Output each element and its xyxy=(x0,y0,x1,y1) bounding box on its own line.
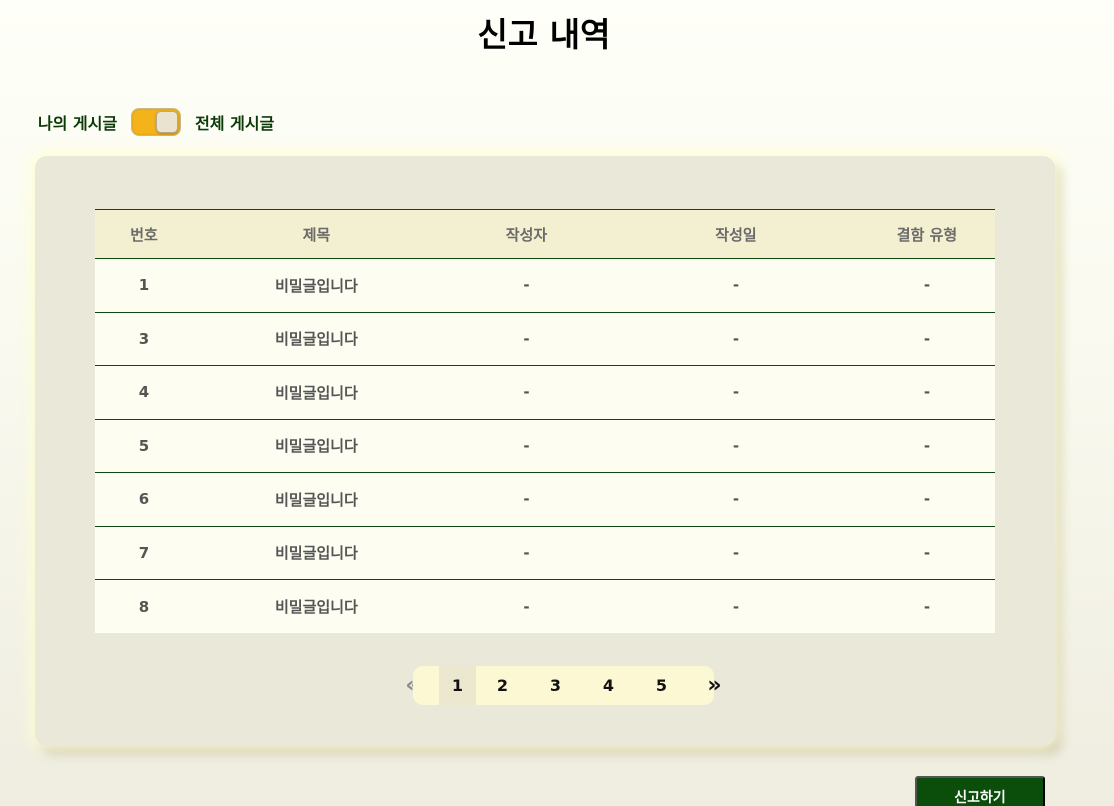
column-header-author: 작성자 xyxy=(440,209,613,259)
page-button-1[interactable]: 1 xyxy=(439,666,476,705)
column-header-date: 작성일 xyxy=(613,209,859,259)
cell-author: - xyxy=(440,472,613,527)
table-row[interactable]: 6 비밀글입니다 - - - xyxy=(95,472,995,527)
post-filter-switch[interactable] xyxy=(131,108,182,136)
cell-number: 1 xyxy=(95,258,193,313)
cell-defect-type: - xyxy=(859,526,995,580)
table-row[interactable]: 5 비밀글입니다 - - - xyxy=(95,419,995,473)
page-button-4[interactable]: 4 xyxy=(582,666,635,705)
table-row[interactable]: 7 비밀글입니다 - - - xyxy=(95,526,995,580)
cell-title[interactable]: 비밀글입니다 xyxy=(193,312,440,366)
page-button-3[interactable]: 3 xyxy=(529,666,582,705)
table-row[interactable]: 8 비밀글입니다 - - - xyxy=(95,579,995,633)
page-button-5[interactable]: 5 xyxy=(635,666,688,705)
cell-title[interactable]: 비밀글입니다 xyxy=(193,258,440,313)
cell-date: - xyxy=(613,472,859,527)
report-table: 번호 제목 작성자 작성일 결함 유형 1 비밀글입니다 - - - 3 비밀글… xyxy=(95,209,995,633)
page-title: 신고 내역 xyxy=(477,15,611,54)
cell-date: - xyxy=(613,419,859,473)
cell-defect-type: - xyxy=(859,579,995,633)
cell-number: 5 xyxy=(95,419,193,473)
cell-number: 7 xyxy=(95,526,193,580)
cell-title[interactable]: 비밀글입니다 xyxy=(193,365,440,420)
column-header-title: 제목 xyxy=(193,209,440,259)
cell-author: - xyxy=(440,579,613,633)
cell-date: - xyxy=(613,258,859,313)
cell-title[interactable]: 비밀글입니다 xyxy=(193,526,440,580)
pagination: « 1 2 3 4 5 » xyxy=(394,666,733,705)
table-row[interactable]: 4 비밀글입니다 - - - xyxy=(95,365,995,420)
pagination-next-button[interactable]: » xyxy=(696,666,733,705)
cell-author: - xyxy=(440,526,613,580)
cell-date: - xyxy=(613,579,859,633)
all-posts-label[interactable]: 전체 게시글 xyxy=(195,110,274,134)
post-filter-toggle-row: 나의 게시글 전체 게시글 xyxy=(38,108,274,136)
cell-number: 3 xyxy=(95,312,193,366)
cell-title[interactable]: 비밀글입니다 xyxy=(193,419,440,473)
cell-author: - xyxy=(440,258,613,313)
my-posts-label[interactable]: 나의 게시글 xyxy=(38,110,117,134)
cell-author: - xyxy=(440,365,613,420)
cell-date: - xyxy=(613,526,859,580)
cell-title[interactable]: 비밀글입니다 xyxy=(193,579,440,633)
column-header-defect-type: 결함 유형 xyxy=(859,209,995,259)
cell-defect-type: - xyxy=(859,312,995,366)
pagination-pages: 1 2 3 4 5 xyxy=(413,666,714,705)
table-row[interactable]: 3 비밀글입니다 - - - xyxy=(95,312,995,366)
report-list-panel: 번호 제목 작성자 작성일 결함 유형 1 비밀글입니다 - - - 3 비밀글… xyxy=(35,156,1055,746)
cell-defect-type: - xyxy=(859,365,995,420)
cell-date: - xyxy=(613,312,859,366)
report-button[interactable]: 신고하기 xyxy=(915,776,1045,806)
cell-number: 8 xyxy=(95,579,193,633)
column-header-number: 번호 xyxy=(95,209,193,259)
cell-author: - xyxy=(440,312,613,366)
table-header-row: 번호 제목 작성자 작성일 결함 유형 xyxy=(95,209,995,259)
pagination-spacer xyxy=(413,666,439,705)
cell-defect-type: - xyxy=(859,419,995,473)
cell-title[interactable]: 비밀글입니다 xyxy=(193,472,440,527)
switch-knob[interactable] xyxy=(156,111,179,133)
cell-defect-type: - xyxy=(859,258,995,313)
cell-defect-type: - xyxy=(859,472,995,527)
cell-number: 4 xyxy=(95,365,193,420)
cell-number: 6 xyxy=(95,472,193,527)
cell-author: - xyxy=(440,419,613,473)
table-row[interactable]: 1 비밀글입니다 - - - xyxy=(95,258,995,313)
cell-date: - xyxy=(613,365,859,420)
page-button-2[interactable]: 2 xyxy=(476,666,529,705)
